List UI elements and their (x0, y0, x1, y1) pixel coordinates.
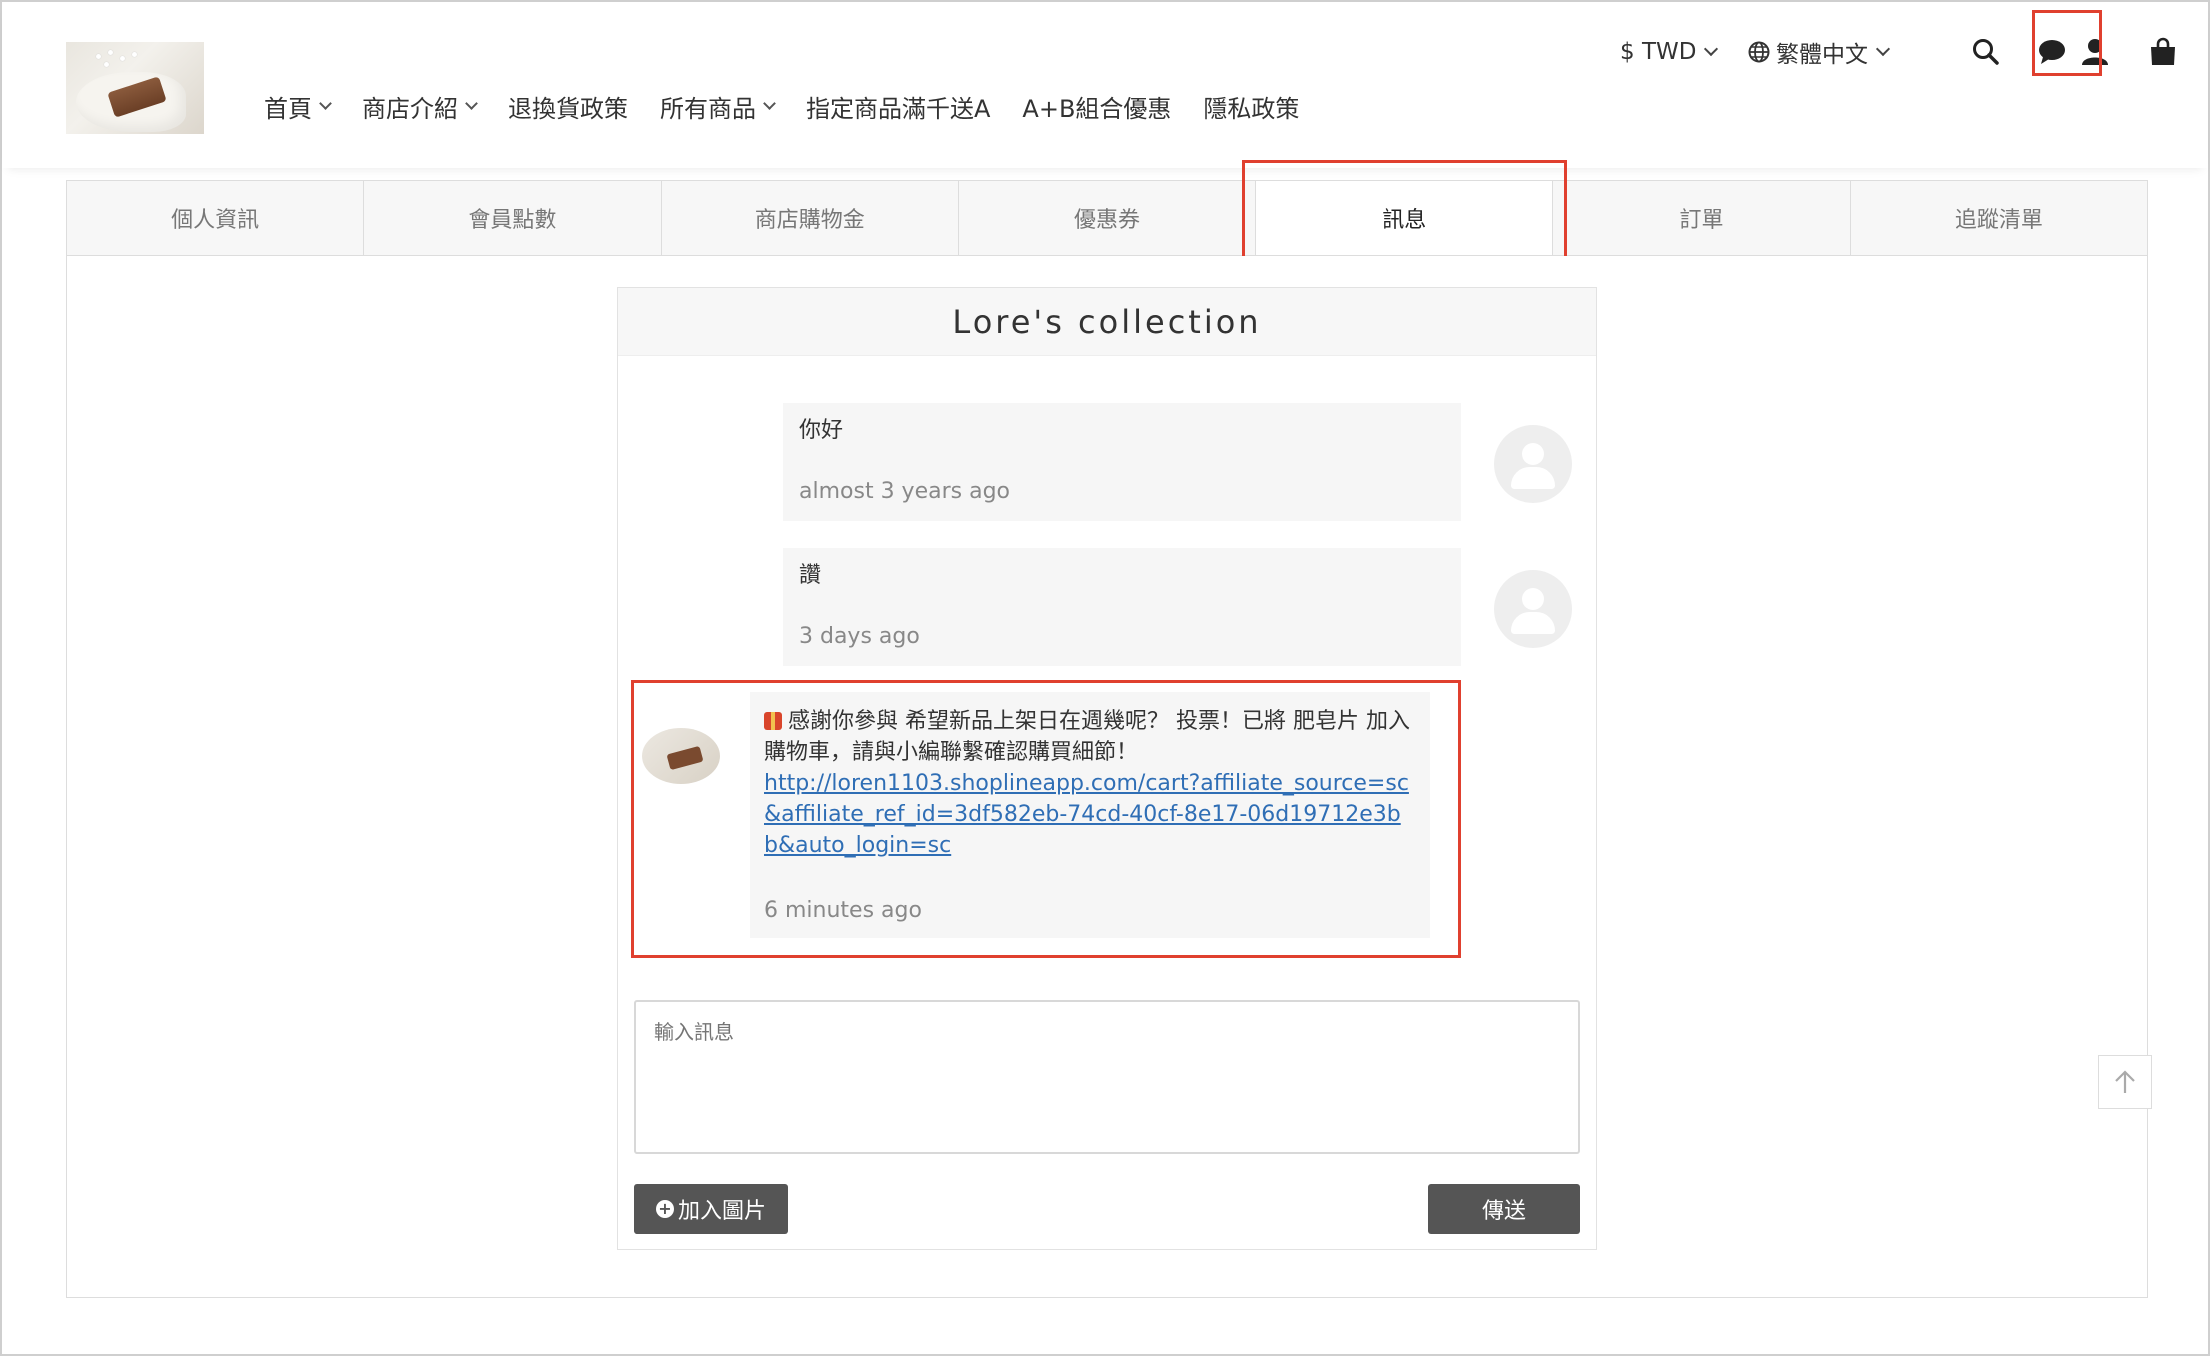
chevron-down-icon (1704, 41, 1719, 57)
message-text-wrap: 感謝你參與 希望新品上架日在週幾呢？ 投票！已將 肥皂片 加入購物車，請與小編聯… (764, 706, 1414, 768)
main-nav: 首頁 商店介紹 退換貨政策 所有商品 指定商品滿千送A A+B組合優惠 隱私政策 (264, 88, 1331, 124)
language-selector[interactable]: 繁體中文 (1748, 22, 1891, 82)
tab-store-credit[interactable]: 商店購物金 (662, 181, 959, 255)
nav-label: 指定商品滿千送A (806, 94, 991, 123)
message-text: 感謝你參與 希望新品上架日在週幾呢？ 投票！已將 肥皂片 加入購物車，請與小編聯… (764, 709, 1410, 765)
nav-item-ab-combo[interactable]: A+B組合優惠 (1022, 89, 1171, 124)
tab-profile[interactable]: 個人資訊 (67, 181, 365, 255)
add-image-label: 加入圖片 (677, 1199, 766, 1224)
send-button[interactable]: 傳送 (1428, 1184, 1580, 1234)
gift-icon (764, 712, 782, 730)
language-label: 繁體中文 (1776, 42, 1868, 68)
chevron-down-icon (763, 96, 776, 110)
message-text: 讚 (799, 563, 822, 588)
nav-label: 所有商品 (660, 94, 756, 123)
chevron-down-icon (465, 96, 478, 110)
nav-item-all-products[interactable]: 所有商品 (660, 89, 776, 124)
message-bubble: 你好 almost 3 years ago (783, 403, 1461, 521)
store-message-bubble: 感謝你參與 希望新品上架日在週幾呢？ 投票！已將 肥皂片 加入購物車，請與小編聯… (750, 692, 1430, 938)
nav-label: 隱私政策 (1203, 94, 1300, 123)
chevron-down-icon (319, 96, 332, 110)
chat-title: Lore's collection (618, 288, 1596, 356)
arrow-up-icon (2111, 1068, 2139, 1096)
nav-item-promo-a[interactable]: 指定商品滿千送A (806, 89, 990, 124)
tab-wishlist[interactable]: 追蹤清單 (1851, 181, 2147, 255)
message-bubble: 讚 3 days ago (783, 548, 1461, 666)
message-time: 3 days ago (799, 624, 920, 649)
nav-label: A+B組合優惠 (1022, 94, 1172, 123)
nav-item-return-policy[interactable]: 退換貨政策 (508, 89, 628, 124)
message-text: 你好 (799, 418, 844, 443)
site-header: $ TWD 繁體中文 首頁 商店介紹 退換貨政策 所有商品 指定商品滿千送A A… (2, 2, 2208, 168)
tab-points[interactable]: 會員點數 (364, 181, 662, 255)
nav-item-privacy[interactable]: 隱私政策 (1203, 89, 1299, 124)
currency-selector[interactable]: $ TWD (1620, 22, 1719, 82)
store-logo[interactable] (66, 42, 204, 134)
cart-link[interactable]: http://loren1103.shoplineapp.com/cart?af… (764, 768, 1414, 861)
account-tabs: 個人資訊 會員點數 商店購物金 優惠券 訊息 訂單 追蹤清單 (66, 180, 2148, 256)
tab-orders[interactable]: 訂單 (1553, 181, 1851, 255)
globe-icon (1748, 41, 1770, 63)
message-time: 6 minutes ago (764, 898, 922, 923)
store-avatar (642, 728, 720, 784)
scroll-to-top-button[interactable] (2098, 1055, 2152, 1109)
add-image-button[interactable]: + 加入圖片 (634, 1184, 788, 1234)
chevron-down-icon (1875, 41, 1891, 57)
plus-circle-icon: + (655, 1200, 674, 1218)
tab-coupons[interactable]: 優惠券 (959, 181, 1257, 255)
message-input[interactable] (634, 1000, 1580, 1154)
nav-label: 退換貨政策 (508, 94, 628, 123)
search-icon[interactable] (1956, 22, 2016, 82)
nav-item-home[interactable]: 首頁 (264, 89, 332, 124)
shopping-bag-icon[interactable] (2133, 22, 2193, 82)
chat-box: Lore's collection 你好 almost 3 years ago … (617, 287, 1597, 1250)
browser-frame: $ TWD 繁體中文 首頁 商店介紹 退換貨政策 所有商品 指定商品滿千送A A… (0, 0, 2210, 1356)
tab-messages[interactable]: 訊息 (1256, 181, 1554, 255)
nav-item-about[interactable]: 商店介紹 (362, 89, 478, 124)
nav-label: 首頁 (264, 94, 312, 123)
user-icon-highlight (2032, 10, 2102, 76)
message-time: almost 3 years ago (799, 479, 1010, 504)
user-avatar (1494, 570, 1572, 648)
nav-label: 商店介紹 (362, 94, 458, 123)
user-avatar (1494, 425, 1572, 503)
currency-label: $ TWD (1620, 39, 1697, 65)
